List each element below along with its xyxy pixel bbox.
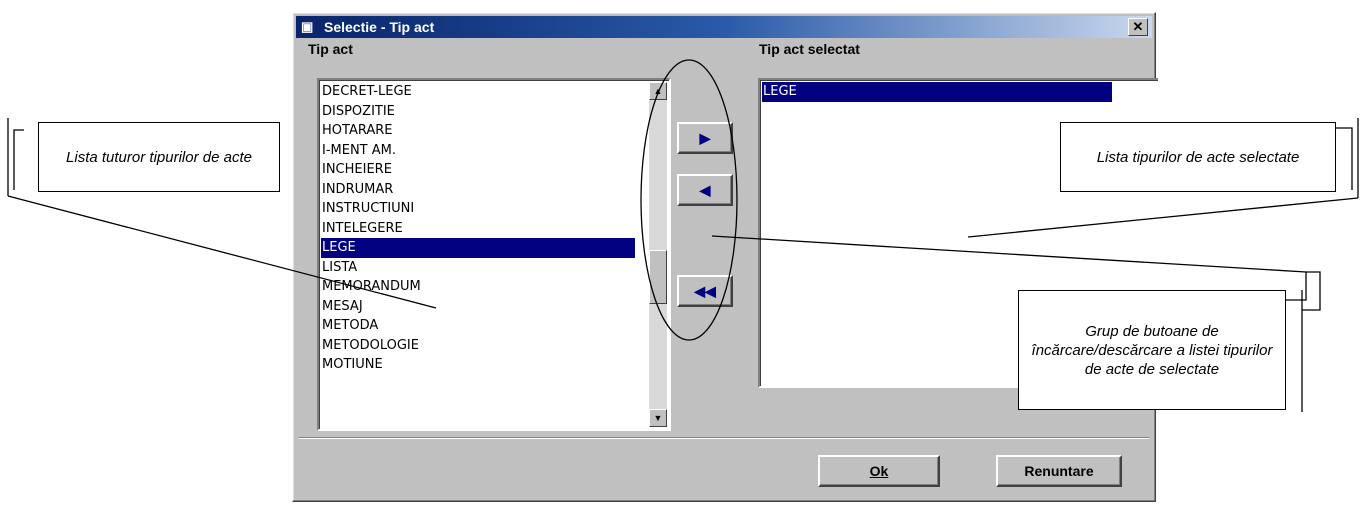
- button-group-ellipse: [640, 59, 738, 341]
- left-callout-leader: [7, 195, 437, 309]
- buttons-callout-bracket: [1286, 271, 1321, 311]
- right-callout-bracket: [1336, 127, 1353, 190]
- annotation-lines: [7, 59, 1359, 412]
- left-callout-bracket: [13, 129, 24, 190]
- buttons-callout-leader: [711, 235, 1307, 273]
- right-callout-leader: [967, 197, 1359, 238]
